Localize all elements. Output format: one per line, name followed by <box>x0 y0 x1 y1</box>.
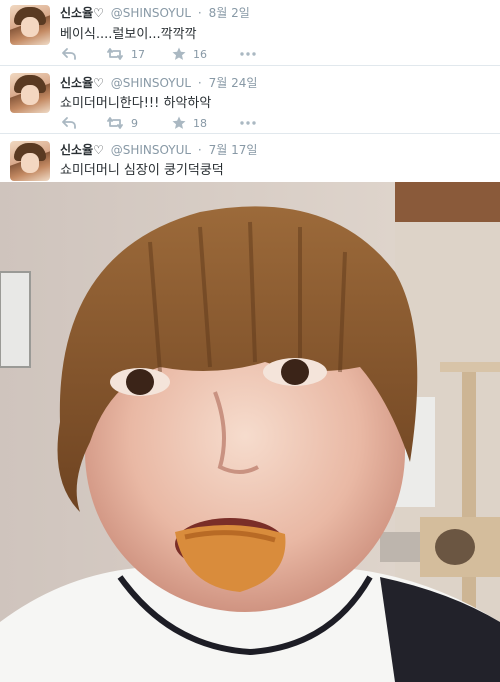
separator: · <box>197 6 202 20</box>
display-name[interactable]: 신소율♡ <box>60 76 104 90</box>
timestamp[interactable]: 8월 2일 <box>209 6 250 20</box>
user-handle[interactable]: @SHINSOYUL <box>111 143 191 157</box>
tweet-text: 쇼미더머니한다!!! 하악하악 <box>60 96 212 111</box>
more-icon <box>240 121 256 125</box>
favorite-count: 16 <box>193 47 207 61</box>
timestamp[interactable]: 7월 17일 <box>209 143 258 157</box>
star-icon <box>172 116 186 129</box>
selfie-photo-image <box>0 182 500 682</box>
more-button[interactable] <box>240 46 256 62</box>
tweet-photo[interactable] <box>0 182 500 682</box>
tweet-header: 신소율♡ @SHINSOYUL · 8월 2일 <box>60 4 250 21</box>
display-name[interactable]: 신소율♡ <box>60 6 104 20</box>
tweet-header: 신소율♡ @SHINSOYUL · 7월 17일 <box>60 141 257 158</box>
timestamp[interactable]: 7월 24일 <box>209 76 258 90</box>
favorite-button[interactable]: 16 <box>172 46 207 62</box>
reply-button[interactable] <box>62 46 76 62</box>
avatar[interactable] <box>10 141 50 181</box>
retweet-count: 9 <box>131 116 138 130</box>
separator: · <box>197 76 202 90</box>
more-icon <box>240 52 256 56</box>
tweet-text: 베이식....럴보이...깍깍깍 <box>60 27 197 42</box>
tweet: 신소율♡ @SHINSOYUL · 7월 17일 쇼미더머니 심장이 쿵기덕쿵덕 <box>0 134 500 182</box>
retweet-icon <box>107 117 123 129</box>
more-button[interactable] <box>240 115 256 131</box>
avatar[interactable] <box>10 73 50 113</box>
avatar[interactable] <box>10 5 50 45</box>
reply-button[interactable] <box>62 115 76 131</box>
tweet-text: 쇼미더머니 심장이 쿵기덕쿵덕 <box>60 163 224 178</box>
tweet: 신소율♡ @SHINSOYUL · 7월 24일 쇼미더머니한다!!! 하악하악… <box>0 66 500 134</box>
display-name[interactable]: 신소율♡ <box>60 143 104 157</box>
user-handle[interactable]: @SHINSOYUL <box>111 6 191 20</box>
star-icon <box>172 47 186 60</box>
separator: · <box>197 143 202 157</box>
retweet-button[interactable]: 17 <box>106 46 145 62</box>
retweet-count: 17 <box>131 47 145 61</box>
retweet-button[interactable]: 9 <box>106 115 138 131</box>
reply-icon <box>62 48 76 60</box>
user-handle[interactable]: @SHINSOYUL <box>111 76 191 90</box>
reply-icon <box>62 117 76 129</box>
tweet: 신소율♡ @SHINSOYUL · 8월 2일 베이식....럴보이...깍깍깍… <box>0 0 500 66</box>
favorite-count: 18 <box>193 116 207 130</box>
favorite-button[interactable]: 18 <box>172 115 207 131</box>
retweet-icon <box>107 48 123 60</box>
tweet-header: 신소율♡ @SHINSOYUL · 7월 24일 <box>60 74 257 91</box>
